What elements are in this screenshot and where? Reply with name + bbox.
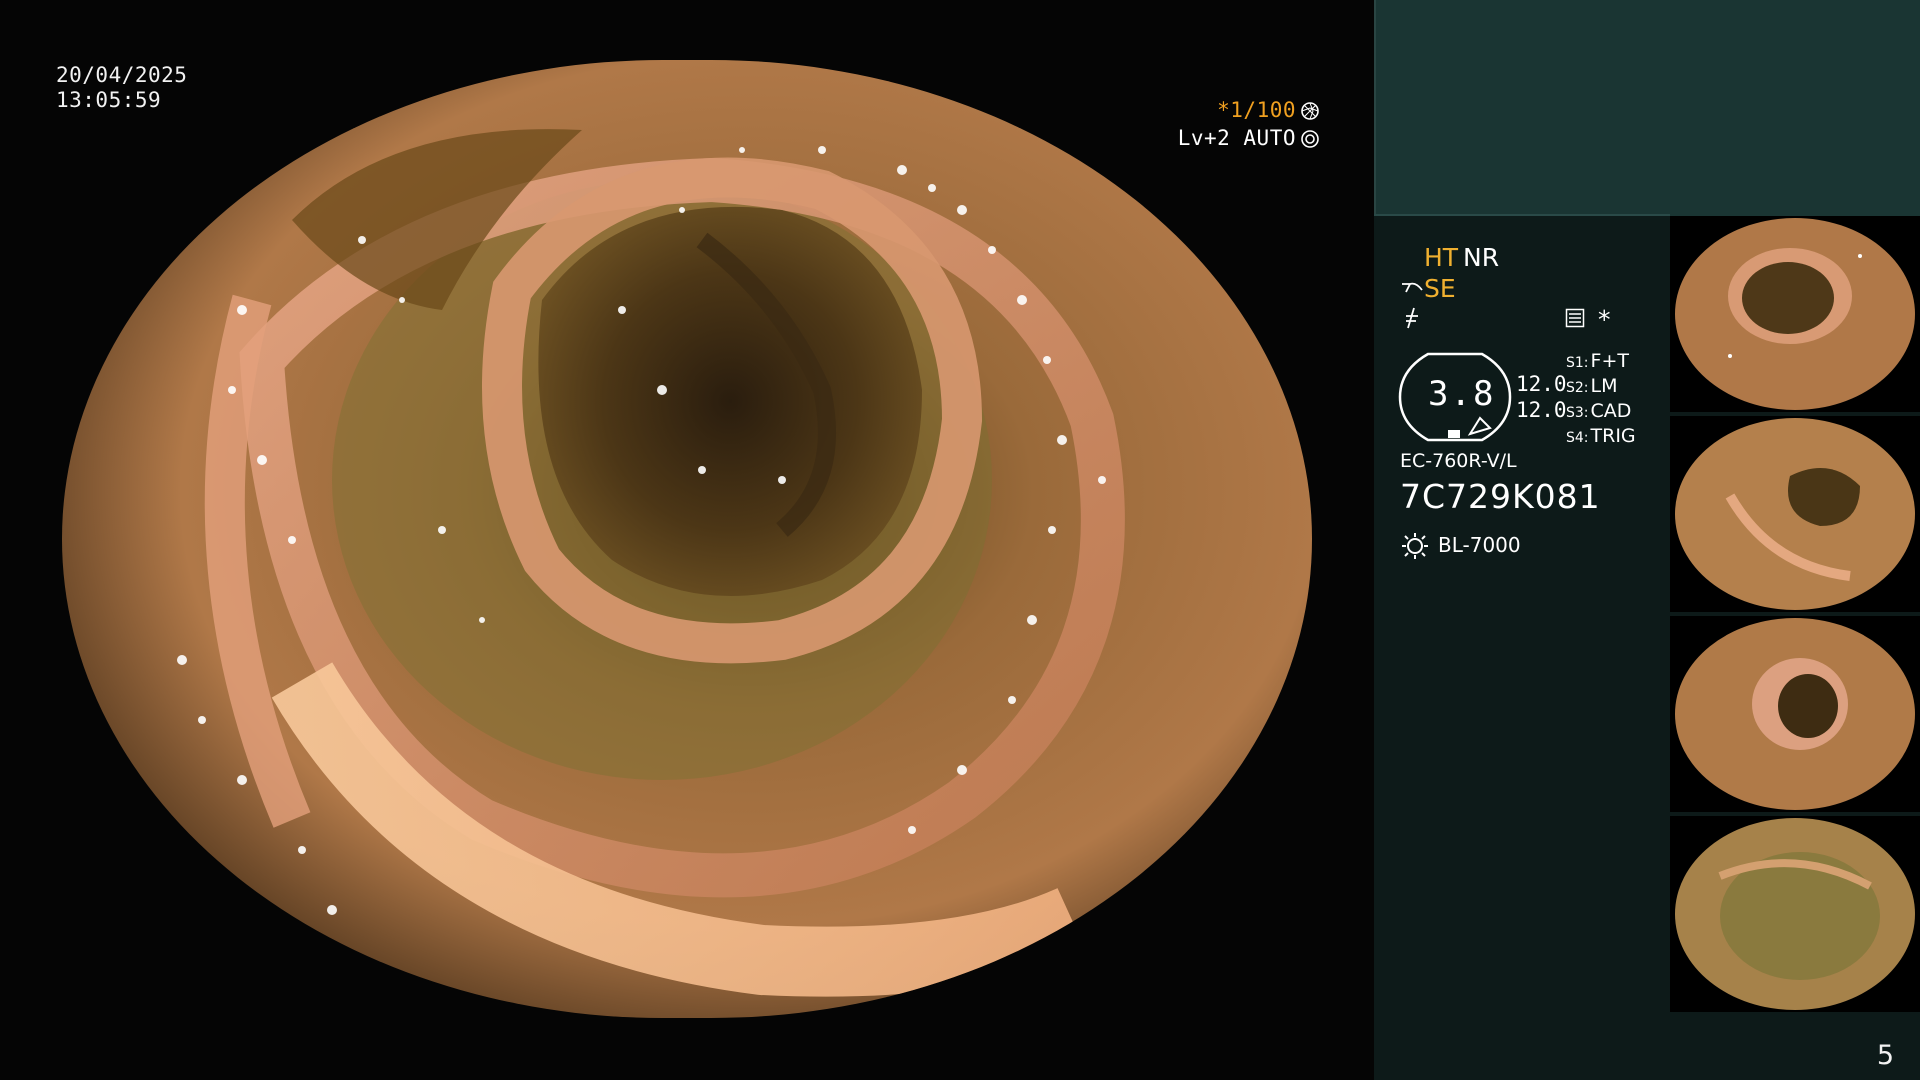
switch-slot-3: S3: CAD	[1566, 400, 1631, 422]
nr-indicator: NR	[1463, 243, 1500, 272]
switch-slot-value: LM	[1590, 375, 1618, 397]
switch-slot-key: S2:	[1566, 380, 1589, 396]
brightness-level-indicator: Lv+2 AUTO	[1178, 126, 1320, 151]
record-list-icon	[1565, 308, 1585, 328]
scope-model: EC-760R-V/L	[1400, 450, 1517, 472]
switch-slot-key: S3:	[1566, 405, 1589, 421]
switch-slot-value: F+T	[1590, 350, 1629, 372]
captured-frame-thumbnail[interactable]	[1670, 416, 1920, 612]
info-panel-header	[1374, 0, 1920, 216]
setting-value-a: 12.0	[1516, 372, 1567, 396]
shutter-speed-indicator: *1/100	[1217, 98, 1320, 123]
captured-frame-thumbnail[interactable]	[1670, 816, 1920, 1012]
switch-slot-value: CAD	[1590, 400, 1632, 422]
shutter-speed-value: *1/100	[1217, 98, 1296, 122]
panel-divider	[1374, 214, 1670, 216]
captured-frame-thumbnail[interactable]	[1670, 216, 1920, 412]
gauge-value: 3.8	[1428, 374, 1496, 414]
capture-date: 20/04/2025	[56, 63, 188, 87]
star-indicator: *	[1598, 305, 1611, 334]
brightness-level-value: Lv+2 AUTO	[1177, 126, 1296, 150]
switch-slot-key: S4:	[1566, 430, 1589, 446]
switch-slot-2: S2: LM	[1566, 375, 1618, 397]
iris-icon	[1301, 129, 1319, 148]
se-indicator: SE	[1424, 274, 1456, 303]
captured-frame-thumbnail[interactable]	[1670, 616, 1920, 812]
switch-slot-key: S1:	[1566, 355, 1589, 371]
switch-slot-value: TRIG	[1590, 425, 1636, 447]
switch-slot-4: S4: TRIG	[1566, 425, 1636, 447]
light-source-icon	[1402, 533, 1428, 559]
page-number: 5	[1876, 1040, 1894, 1071]
structure-enhance-icon	[1402, 282, 1423, 293]
ht-indicator: HT	[1424, 243, 1459, 272]
switch-slot-1: S1: F+T	[1566, 350, 1629, 372]
aperture-icon	[1301, 101, 1319, 120]
light-source-model: BL-7000	[1438, 533, 1521, 557]
setting-value-b: 12.0	[1516, 398, 1567, 422]
capture-time: 13:05:59	[56, 88, 162, 112]
scope-serial-number: 7C729K081	[1400, 477, 1601, 516]
endoscopy-monitor: 20/04/2025 13:05:59 *1/100 Lv+2 AUTO HT …	[0, 0, 1920, 1080]
endoscopic-live-view	[62, 60, 1312, 1018]
frequency-icon	[1406, 307, 1418, 329]
